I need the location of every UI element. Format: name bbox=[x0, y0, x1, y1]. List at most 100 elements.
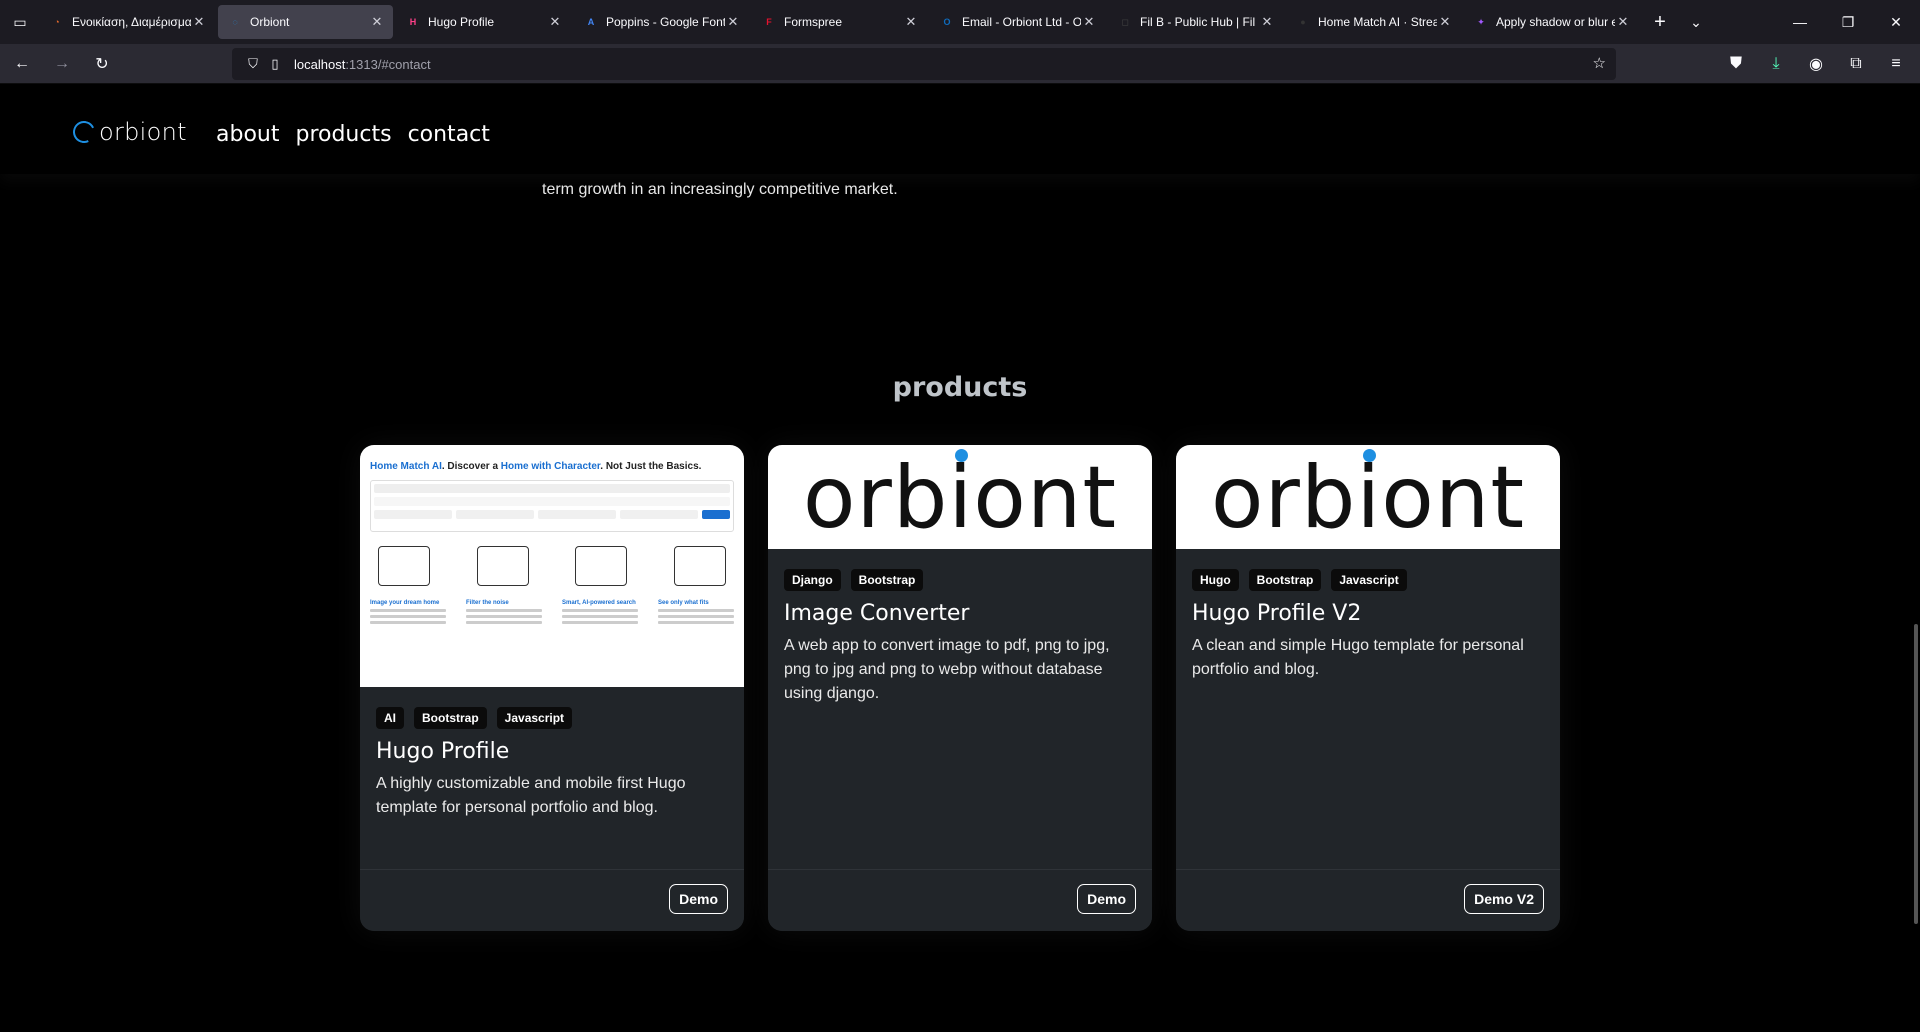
tag: Django bbox=[784, 569, 841, 591]
screenshot-illustrations bbox=[370, 546, 734, 586]
demo-button[interactable]: Demo V2 bbox=[1464, 884, 1544, 914]
menu-icon[interactable]: ≡ bbox=[1878, 48, 1914, 80]
tag-list: Django Bootstrap bbox=[784, 569, 1136, 591]
restore-icon[interactable]: ❐ bbox=[1824, 0, 1872, 44]
minimize-icon[interactable]: — bbox=[1776, 0, 1824, 44]
brand-logo[interactable]: orbiont bbox=[69, 117, 187, 147]
page-viewport: mission is to empower companies with the… bbox=[0, 84, 1920, 1032]
page-scrollbar[interactable] bbox=[1914, 624, 1918, 924]
site-header: orbiont about products contact bbox=[0, 84, 1920, 174]
downloads-icon[interactable]: ⤓ bbox=[1758, 48, 1794, 80]
nav-link-contact[interactable]: contact bbox=[408, 122, 490, 147]
folder-illustration-icon bbox=[476, 546, 529, 586]
tab-overflow-chevron-icon[interactable]: ⌄ bbox=[1678, 5, 1714, 39]
tab-favicon-icon: F bbox=[766, 17, 772, 27]
logo-dot bbox=[1363, 449, 1376, 462]
tag: AI bbox=[376, 707, 404, 729]
browser-tab[interactable]: ✦ Apply shadow or blur e ✕ bbox=[1464, 5, 1639, 39]
feature-label: Smart, AI-powered search bbox=[562, 600, 636, 606]
window-controls: — ❐ ✕ bbox=[1776, 0, 1920, 44]
tab-title: Home Match AI · Stream bbox=[1318, 15, 1437, 29]
brand-name: orbiont bbox=[99, 118, 187, 146]
bookmark-star-icon[interactable]: ☆ bbox=[1593, 54, 1606, 72]
new-tab-button[interactable]: + bbox=[1642, 5, 1678, 39]
screenshot-search-form bbox=[370, 480, 734, 532]
logo-wordmark: orbiont bbox=[1210, 448, 1526, 548]
product-title: Hugo Profile V2 bbox=[1192, 601, 1362, 626]
browser-tab[interactable]: ◌ Orbiont ✕ bbox=[218, 5, 393, 39]
logo-wordmark: orbiont bbox=[802, 448, 1118, 548]
tab-favicon-icon: O bbox=[943, 17, 951, 27]
browser-tab[interactable]: ◻ Fil B - Public Hub | Fil B ✕ bbox=[1108, 5, 1283, 39]
mission-line-2: term growth in an increasingly competiti… bbox=[542, 181, 898, 198]
demo-button[interactable]: Demo bbox=[669, 884, 728, 914]
tab-title: Orbiont bbox=[250, 15, 290, 29]
reload-icon[interactable]: ↻ bbox=[84, 48, 120, 80]
url-text[interactable]: localhost:1313/#contact bbox=[294, 57, 431, 72]
orbit-ring-icon bbox=[69, 117, 99, 147]
product-logo-image[interactable]: orbiont bbox=[768, 445, 1152, 549]
browser-tab[interactable]: A Poppins - Google Fonts ✕ bbox=[574, 5, 749, 39]
product-screenshot[interactable]: Home Match AI. Discover a Home with Char… bbox=[360, 445, 744, 687]
card-footer: Demo V2 bbox=[1176, 869, 1560, 931]
back-icon[interactable]: ← bbox=[4, 48, 40, 80]
account-icon[interactable]: ◉ bbox=[1798, 48, 1834, 80]
extensions-icon[interactable]: ⧉ bbox=[1838, 48, 1874, 80]
tab-close-icon[interactable]: ✕ bbox=[903, 14, 919, 30]
product-description: A web app to convert image to pdf, png t… bbox=[784, 637, 1110, 702]
tab-close-icon[interactable]: ✕ bbox=[1259, 14, 1275, 30]
nav-link-products[interactable]: products bbox=[295, 122, 391, 147]
tab-close-icon[interactable]: ✕ bbox=[191, 14, 207, 30]
tag: Hugo bbox=[1192, 569, 1239, 591]
tab-close-icon[interactable]: ✕ bbox=[369, 14, 385, 30]
tab-close-icon[interactable]: ✕ bbox=[725, 14, 741, 30]
products-heading: products bbox=[892, 372, 1028, 403]
feature-label: See only what fits bbox=[658, 600, 709, 606]
tab-title: Email - Orbiont Ltd - O bbox=[962, 15, 1081, 29]
page-info-icon[interactable]: ▯ bbox=[264, 56, 286, 72]
tab-title: Ενοικίαση, Διαμέρισμα, bbox=[72, 15, 191, 29]
product-logo-image[interactable]: orbiont bbox=[1176, 445, 1560, 549]
product-card: Home Match AI. Discover a Home with Char… bbox=[360, 445, 744, 931]
product-description: A highly customizable and mobile first H… bbox=[376, 775, 686, 816]
browser-tab[interactable]: F Formspree ✕ bbox=[752, 5, 927, 39]
product-title: Image Converter bbox=[784, 601, 970, 626]
browser-tab-bar: ▭ ◔ Ενοικίαση, Διαμέρισμα, ✕ ◌ Orbiont ✕ H Hugo… bbox=[0, 0, 1920, 44]
product-description: A clean and simple Hugo template for per… bbox=[1192, 637, 1524, 678]
tab-favicon-icon: ◌ bbox=[232, 17, 238, 27]
tab-close-icon[interactable]: ✕ bbox=[1615, 14, 1631, 30]
tab-close-icon[interactable]: ✕ bbox=[1437, 14, 1453, 30]
tab-favicon-icon: ◔ bbox=[54, 17, 60, 27]
tag-list: AI Bootstrap Javascript bbox=[376, 707, 728, 729]
demo-button[interactable]: Demo bbox=[1077, 884, 1136, 914]
logo-dot bbox=[955, 449, 968, 462]
nav-link-about[interactable]: about bbox=[216, 122, 279, 147]
product-card: orbiont Django Bootstrap Image Converter… bbox=[768, 445, 1152, 931]
tag-list: Hugo Bootstrap Javascript bbox=[1192, 569, 1544, 591]
url-bar[interactable]: ⛉ ▯ localhost:1313/#contact ☆ bbox=[232, 48, 1616, 80]
tag: Bootstrap bbox=[1248, 569, 1322, 591]
browser-tab[interactable]: ● Home Match AI · Stream ✕ bbox=[1286, 5, 1461, 39]
pocket-icon[interactable]: ⛊ bbox=[1718, 48, 1754, 80]
forward-icon[interactable]: → bbox=[44, 48, 80, 80]
tag: Bootstrap bbox=[850, 569, 924, 591]
browser-tab[interactable]: O Email - Orbiont Ltd - O ✕ bbox=[930, 5, 1105, 39]
tab-close-icon[interactable]: ✕ bbox=[1081, 14, 1097, 30]
card-footer: Demo bbox=[768, 869, 1152, 931]
feature-label: Filter the noise bbox=[466, 600, 509, 606]
tab-title: Poppins - Google Fonts bbox=[606, 15, 725, 29]
browser-nav-bar: ← → ↻ ⛉ ▯ localhost:1313/#contact ☆ ⛊ ⤓ … bbox=[0, 44, 1920, 84]
tab-title: Apply shadow or blur e bbox=[1496, 15, 1615, 29]
shield-icon[interactable]: ⛉ bbox=[242, 56, 264, 72]
tab-favicon-icon: ✦ bbox=[1477, 16, 1485, 27]
tab-favicon-icon: H bbox=[409, 17, 417, 27]
list-all-tabs-icon[interactable]: ▭ bbox=[0, 0, 40, 44]
tab-close-icon[interactable]: ✕ bbox=[547, 14, 563, 30]
house-illustration-icon bbox=[378, 546, 430, 586]
browser-tab[interactable]: H Hugo Profile ✕ bbox=[396, 5, 571, 39]
computer-illustration-icon bbox=[575, 546, 628, 586]
browser-tab[interactable]: ◔ Ενοικίαση, Διαμέρισμα, ✕ bbox=[40, 5, 215, 39]
tag: Javascript bbox=[496, 707, 573, 729]
close-window-icon[interactable]: ✕ bbox=[1872, 0, 1920, 44]
people-illustration-icon bbox=[673, 546, 726, 586]
